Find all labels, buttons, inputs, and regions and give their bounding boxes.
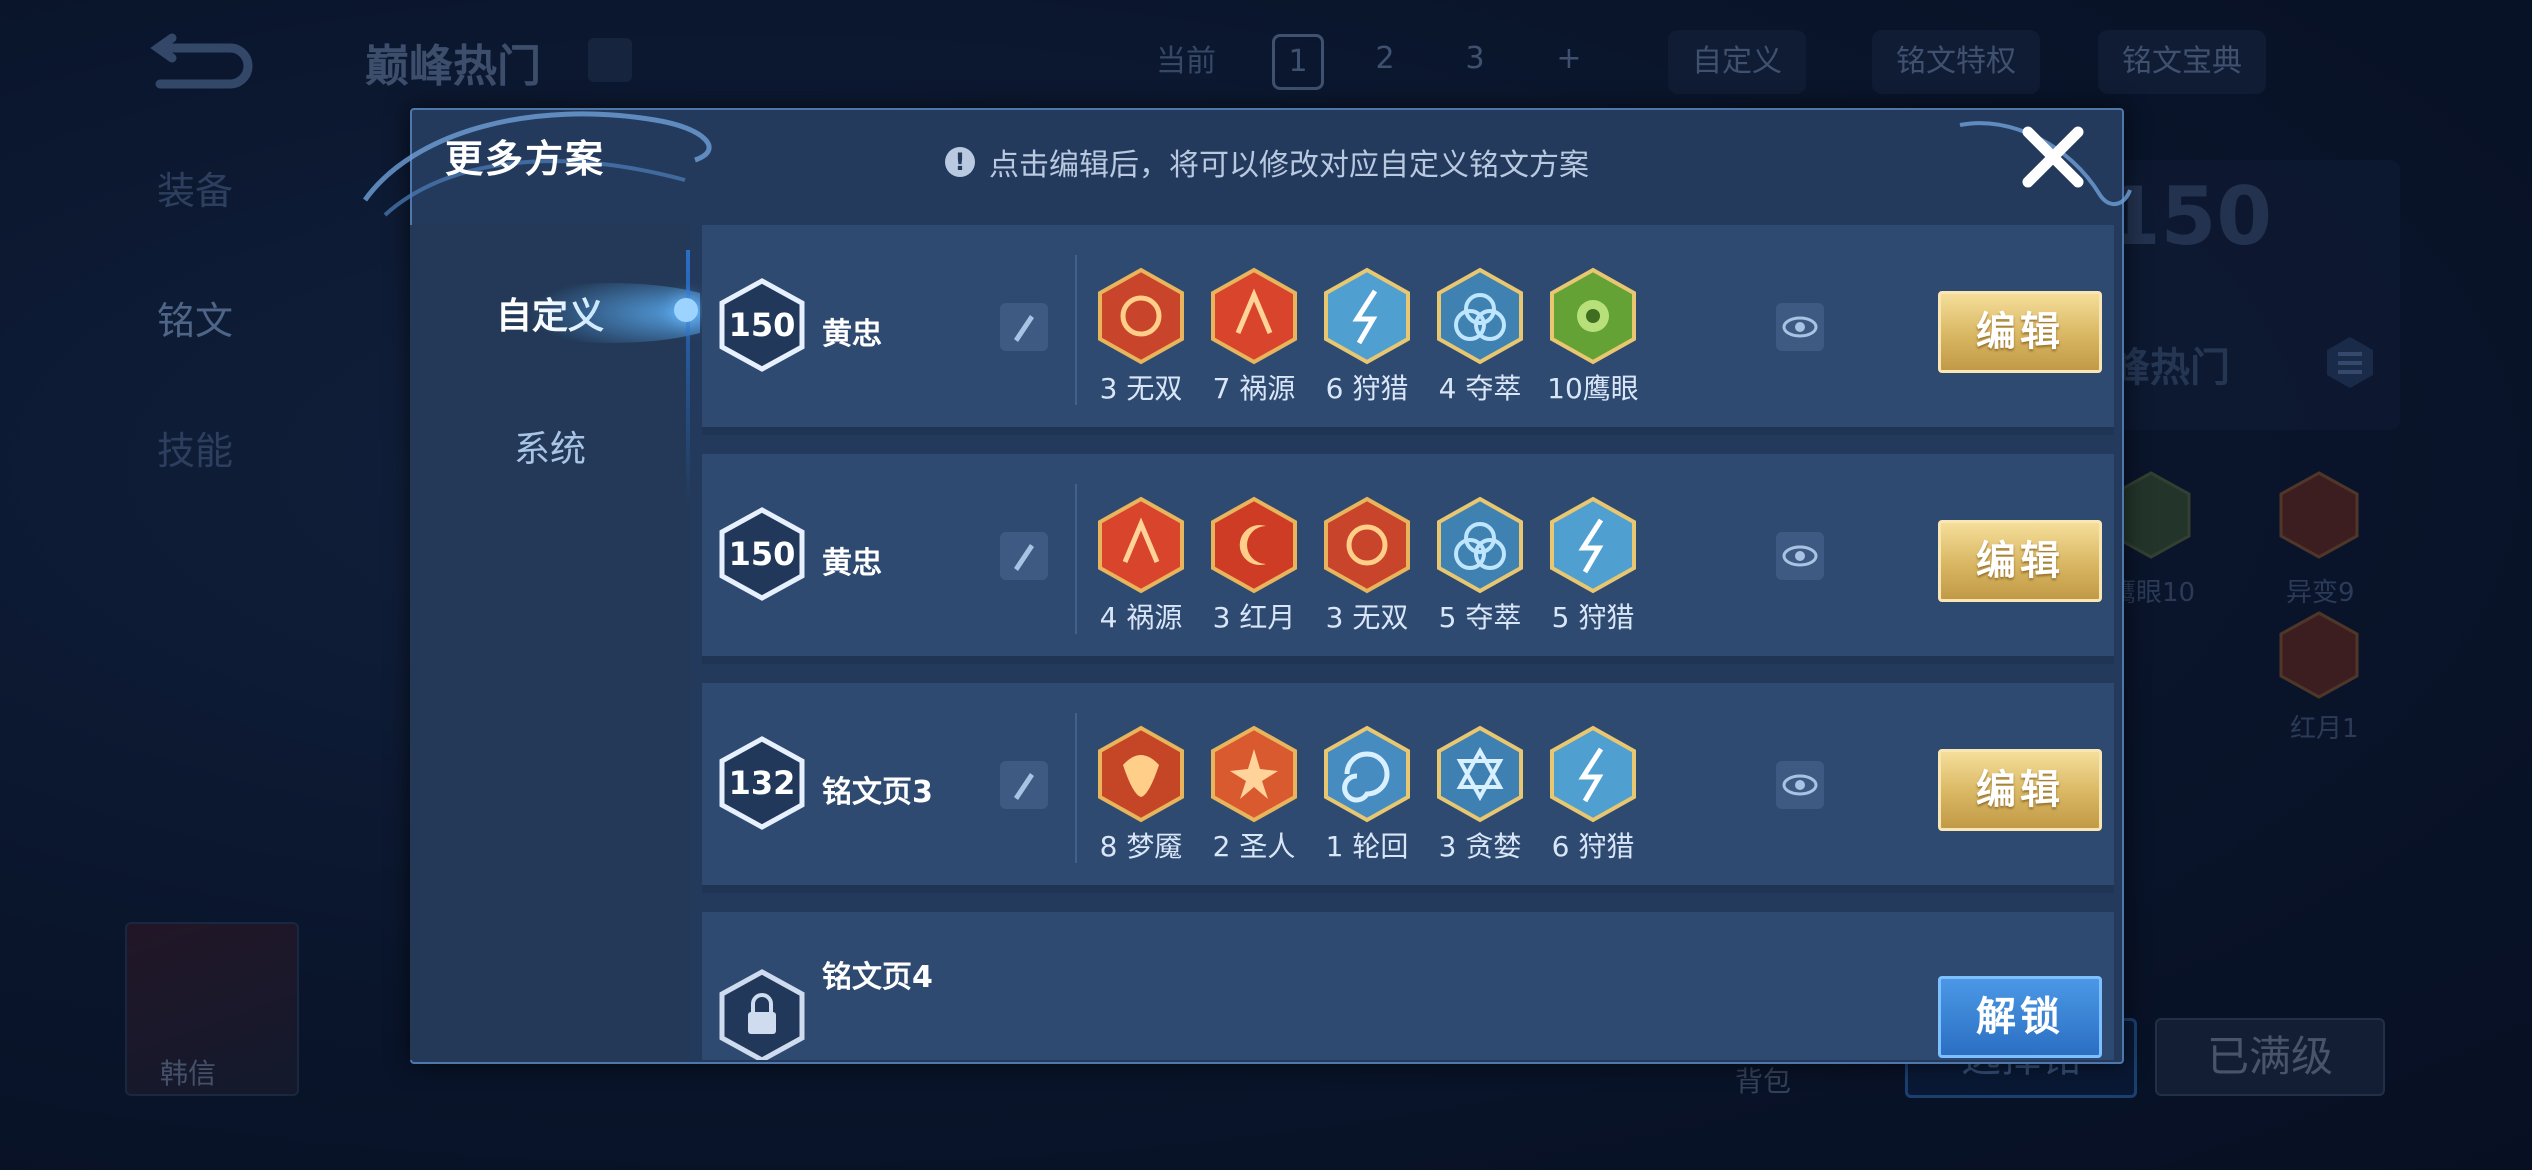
privilege-pill[interactable]: 铭文特权 (1872, 30, 2040, 94)
rune-icon (1550, 267, 1636, 365)
rune-icon (1324, 496, 1410, 594)
rename-pencil-icon[interactable] (1000, 761, 1048, 809)
rune-icon (1324, 725, 1410, 823)
rune-label: 3 贪婪 (1438, 830, 1522, 863)
hero-name: 韩信 (160, 1057, 217, 1090)
background-rune-icon (2279, 471, 2359, 559)
plan-name: 黄忠 (822, 317, 882, 352)
rune-label: 8 梦魇 (1099, 830, 1183, 863)
plan-list[interactable]: 150 黄忠 3 无双 7 祸源 6 狩猎 4 夺萃 10鹰眼 编辑 150 黄… (702, 225, 2114, 1060)
background-title: 巅峰热门 (365, 41, 541, 92)
plan-row: 132 铭文页3 8 梦魇 2 圣人 1 轮回 3 贪婪 6 狩猎 编辑 (702, 683, 2114, 893)
rename-pencil-icon[interactable] (1000, 532, 1048, 580)
modal-hint-text: 点击编辑后，将可以修改对应自定义铭文方案 (989, 148, 1589, 183)
side-item-runes[interactable]: 铭文 (157, 290, 233, 345)
nav-indicator-line (686, 250, 690, 505)
rune-icon (1098, 267, 1184, 365)
page-tab-2[interactable]: 2 (1362, 34, 1408, 84)
rename-pencil-icon[interactable] (1000, 303, 1048, 351)
background-rune-label: 红月1 (2290, 714, 2359, 744)
rune-icon (1324, 267, 1410, 365)
codex-pill[interactable]: 铭文宝典 (2098, 30, 2266, 94)
row-separator (1075, 255, 1077, 405)
list-icon[interactable] (2325, 335, 2375, 390)
add-page-button[interactable]: + (1546, 34, 1592, 84)
rune-icon (1211, 496, 1297, 594)
row-separator (1075, 713, 1077, 863)
codex-label: 铭文宝典 (2122, 44, 2242, 79)
side-item-equipment[interactable]: 装备 (157, 160, 233, 215)
active-tab-glow (490, 283, 700, 343)
rune-icon (1098, 725, 1184, 823)
rune-label: 3 红月 (1212, 601, 1296, 634)
nav-indicator-dot (674, 298, 698, 322)
edit-button[interactable]: 编辑 (1938, 520, 2102, 602)
plan-row-locked: 铭文页4 解锁 (702, 912, 2114, 1060)
edit-button[interactable]: 编辑 (1938, 291, 2102, 373)
preview-eye-icon[interactable] (1776, 303, 1824, 351)
grid-icon[interactable] (588, 38, 632, 82)
bag-label[interactable]: 背包 (1735, 1060, 1791, 1100)
maxed-button[interactable]: 已满级 (2155, 1018, 2385, 1096)
rune-label: 3 无双 (1325, 601, 1409, 634)
edit-button[interactable]: 编辑 (1938, 749, 2102, 831)
rune-icon (1550, 496, 1636, 594)
background-rune-icon (2279, 611, 2359, 699)
rune-label: 1 轮回 (1325, 830, 1409, 863)
modal-title: 更多方案 (445, 137, 606, 181)
rune-icon (1550, 725, 1636, 823)
rune-icon (1437, 725, 1523, 823)
level-number: 150 (728, 535, 796, 573)
side-item-skills[interactable]: 技能 (157, 420, 233, 475)
info-icon: ! (945, 147, 975, 177)
rune-label: 3 无双 (1099, 372, 1183, 405)
background-rune-label: 异变9 (2286, 578, 2355, 608)
row-separator (1075, 484, 1077, 634)
lock-hex-icon (719, 969, 805, 1060)
rune-icon (1098, 496, 1184, 594)
background-panel-label: 峰热门 (2110, 345, 2230, 391)
rune-label: 5 狩猎 (1551, 601, 1635, 634)
rune-icon (1211, 725, 1297, 823)
back-arrow-icon[interactable] (150, 30, 260, 90)
modal-hint: ! 点击编辑后，将可以修改对应自定义铭文方案 (945, 140, 1589, 184)
preview-eye-icon[interactable] (1776, 761, 1824, 809)
tab-system[interactable]: 系统 (410, 420, 690, 472)
plan-row: 150 黄忠 4 祸源 3 红月 3 无双 5 夺萃 5 狩猎 编辑 (702, 454, 2114, 664)
row-divider (702, 885, 2114, 893)
row-divider (702, 656, 2114, 664)
level-number: 150 (728, 306, 796, 344)
rune-icon (1437, 267, 1523, 365)
privilege-label: 铭文特权 (1896, 44, 2016, 79)
rune-label: 4 夺萃 (1438, 372, 1522, 405)
level-number: 132 (728, 764, 796, 802)
rune-label: 2 圣人 (1212, 830, 1296, 863)
rune-icon (1211, 267, 1297, 365)
rune-label: 6 狩猎 (1551, 830, 1635, 863)
rune-label: 6 狩猎 (1325, 372, 1409, 405)
page-tab-3[interactable]: 3 (1452, 34, 1498, 84)
close-icon[interactable] (2018, 122, 2088, 192)
row-divider (702, 427, 2114, 435)
rune-label: 5 夺萃 (1438, 601, 1522, 634)
current-label: 当前 (1156, 44, 1216, 79)
unlock-button[interactable]: 解锁 (1938, 976, 2102, 1058)
page-tab-1[interactable]: 1 (1272, 34, 1324, 90)
rune-label: 7 祸源 (1212, 372, 1296, 405)
plan-name: 铭文页3 (822, 775, 933, 810)
plan-name: 黄忠 (822, 546, 882, 581)
custom-pill[interactable]: 自定义 (1668, 30, 1806, 94)
preview-eye-icon[interactable] (1776, 532, 1824, 580)
rune-icon (1437, 496, 1523, 594)
plan-name: 铭文页4 (822, 960, 933, 995)
rune-label: 4 祸源 (1099, 601, 1183, 634)
plan-row: 150 黄忠 3 无双 7 祸源 6 狩猎 4 夺萃 10鹰眼 编辑 (702, 225, 2114, 435)
rune-label: 10鹰眼 (1547, 372, 1639, 405)
